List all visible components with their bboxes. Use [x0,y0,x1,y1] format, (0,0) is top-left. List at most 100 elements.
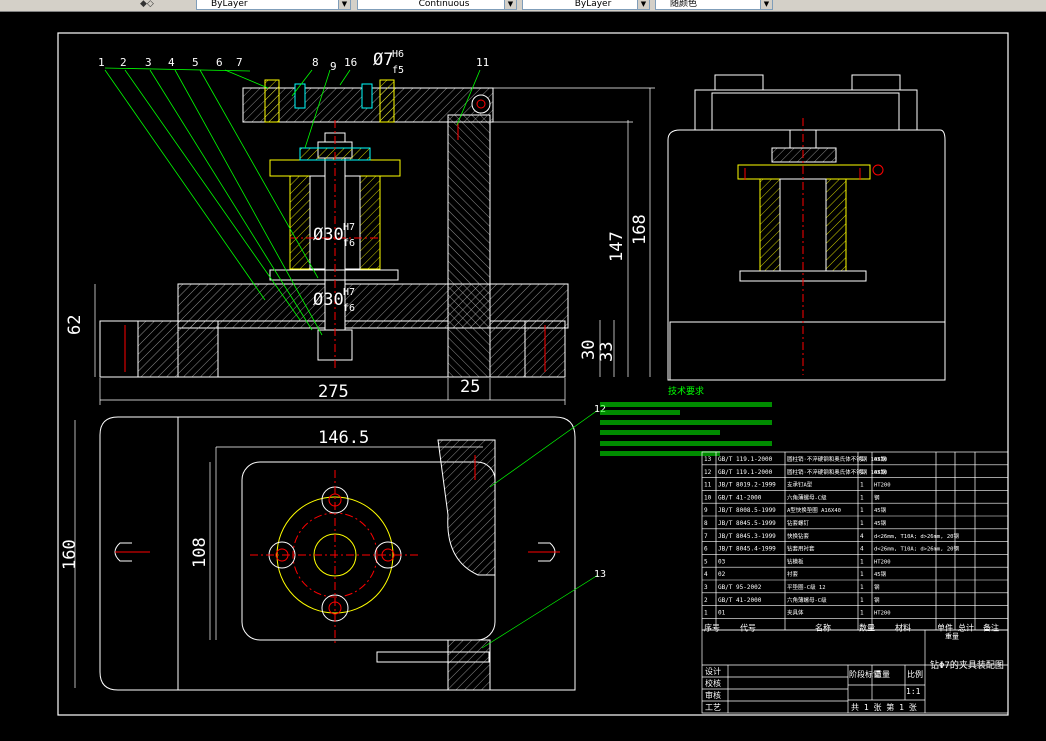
bom-cell-qty: 4 [860,533,864,540]
bom-cell-no: 7 [704,533,708,540]
bom-cell-qty: 1 [860,494,864,501]
bom-cell-no: 10 [704,494,712,501]
tb-process: 工艺 [705,703,721,712]
bom-cell-no: 2 [704,597,708,604]
bom-cell-mat: 钢 [874,596,880,604]
bom-cell-code: 02 [718,571,726,578]
bom-cell-no: 5 [704,558,708,565]
dim-d7: Ø7 [373,50,393,70]
bom-cell-name: 圆柱销·不淬硬钢和奥氏体不锈钢 10X30 [787,468,887,476]
balloon-labels: 1 2 3 4 5 6 7 8 9 16 11 [98,56,489,73]
bom-cell-code: 03 [718,558,726,565]
bom-cell-qty: 1 [860,584,864,591]
bom-cell-name: 圆柱销·不淬硬钢和奥氏体不锈钢 10X30 [787,455,887,463]
dim-30: 30 [579,340,599,360]
bom-cell-qty: 1 [860,558,864,565]
bom-cell-no: 9 [704,507,708,514]
dim-108: 108 [190,537,210,568]
bom-cell-name: 钻模板 [787,557,804,565]
bom-cell-no: 3 [704,584,708,591]
dim-d30-lower: Ø30 [313,290,344,310]
plan-view [99,416,576,691]
balloon-11: 11 [476,56,489,69]
bom-cell-code: GB/T 119.1-2000 [718,456,773,463]
bom-cell-name: 六角薄螺母-C级 [787,493,827,501]
plan-dimension-text: 146.5 108 160 12 13 [60,404,606,580]
bom-cell-no: 1 [704,610,708,617]
dim-d30-upper: Ø30 [313,225,344,245]
title-block-text: 设计 校核 审核 工艺 阶段标记 重量 比例 1:1 共 1 张 第 1 张 钻… [705,659,1004,712]
dim-168: 168 [630,214,650,245]
bom-cell-name: 支承钉A型 [787,481,813,489]
bom-cell-mat: HT200 [874,611,891,617]
bom-cell-qty: 1 [860,571,864,578]
bom-cell-no: 12 [704,469,712,476]
bom-cell-code: JB/T 8045.4-1999 [718,546,776,553]
dim-147: 147 [607,231,627,262]
bom-cell-name: 平垫圈-C级 12 [787,583,826,591]
balloon-1: 1 [98,56,105,69]
bom-cell-no: 11 [704,482,712,489]
bom-cell-mat: 45钢 [874,455,887,463]
balloon-8: 8 [312,56,319,69]
bom-cell-mat: 45钢 [874,468,887,476]
bom-cell-code: 01 [718,610,726,617]
bom-header-no: 序号 [704,622,720,632]
dim-d7-fit-bot: f5 [392,65,404,76]
plan-dimensions [74,409,599,688]
balloon-2: 2 [120,56,127,69]
bom-cell-no: 6 [704,546,708,553]
tb-audit: 审核 [705,690,721,700]
tech-req-title: 技术要求 [668,385,704,397]
bom-cell-mat: 钢 [874,493,880,501]
tb-weight: 重量 [874,669,890,679]
bom-cell-code: GB/T 41-2000 [718,494,762,501]
bom-cell-name: 快换钻套 [787,532,810,540]
bom-cell-qty: 1 [860,482,864,489]
bom-rows: 13 GB/T 119.1-2000 圆柱销·不淬硬钢和奥氏体不锈钢 10X301 4… [702,455,1008,640]
dim-d30-upper-fit-bot: f6 [343,238,355,249]
bom-cell-qty: 1 [860,456,864,463]
bom-cell-name: A型快换垫圈 A16X40 [787,506,841,514]
bom-header-remark: 备注 [983,622,999,632]
tb-check: 校核 [705,678,721,688]
bom-cell-mat: 45钢 [874,519,887,527]
balloon-4: 4 [168,56,175,69]
bom-cell-no: 8 [704,520,708,527]
bom-cell-mat: 45钢 [874,506,887,514]
bom-cell-no: 13 [704,456,712,463]
bom-cell-mat: 45钢 [874,570,887,578]
bom-header-code: 代号 [740,622,756,632]
bom-cell-code: GB/T 119.1-2000 [718,469,773,476]
tb-design: 设计 [705,666,721,676]
dim-146-5: 146.5 [318,428,369,448]
balloon-13: 13 [594,569,606,580]
bom-cell-qty: 1 [860,507,864,514]
bom-cell-name: 衬套 [787,570,799,578]
dim-25: 25 [460,377,480,397]
bom-cell-qty: 1 [860,597,864,604]
tb-sheets: 共 1 张 第 1 张 [851,702,917,712]
bom-cell-qty: 1 [860,520,864,527]
bom-cell-name: 钻套用衬套 [787,545,815,553]
bom-header-name: 名称 [815,622,831,632]
dim-d7-fit-top: H6 [392,49,404,60]
bom-header-mat: 材料 [895,622,911,632]
drawing-canvas[interactable]: 1 2 3 4 5 6 7 8 9 16 11 Ø7 H6 f5 Ø30 H7 … [0,0,1046,741]
bom-cell-qty: 1 [860,469,864,476]
bom-header-single: 单件 [937,622,953,632]
bom-cell-code: JB/T 8045.3-1999 [718,533,776,540]
bom-cell-name: 夹具体 [787,609,804,617]
bom-cell-code: GB/T 95-2002 [718,584,762,591]
bom-header-total: 总计 [958,622,974,632]
bom-cell-mat: d<26mm, T10A; d>26mm, 20钢 [874,545,959,553]
dim-d30-upper-fit-top: H7 [343,222,355,233]
bom-cell-qty: 1 [860,610,864,617]
balloon-5: 5 [192,56,199,69]
bom-header-qty: 数量 [859,622,875,632]
technical-requirements: 技术要求 [600,385,772,456]
dim-275: 275 [318,382,349,402]
bom-cell-qty: 4 [860,546,864,553]
bom-cell-mat: d<26mm, T10A; d>26mm, 20钢 [874,532,959,540]
balloon-3: 3 [145,56,152,69]
